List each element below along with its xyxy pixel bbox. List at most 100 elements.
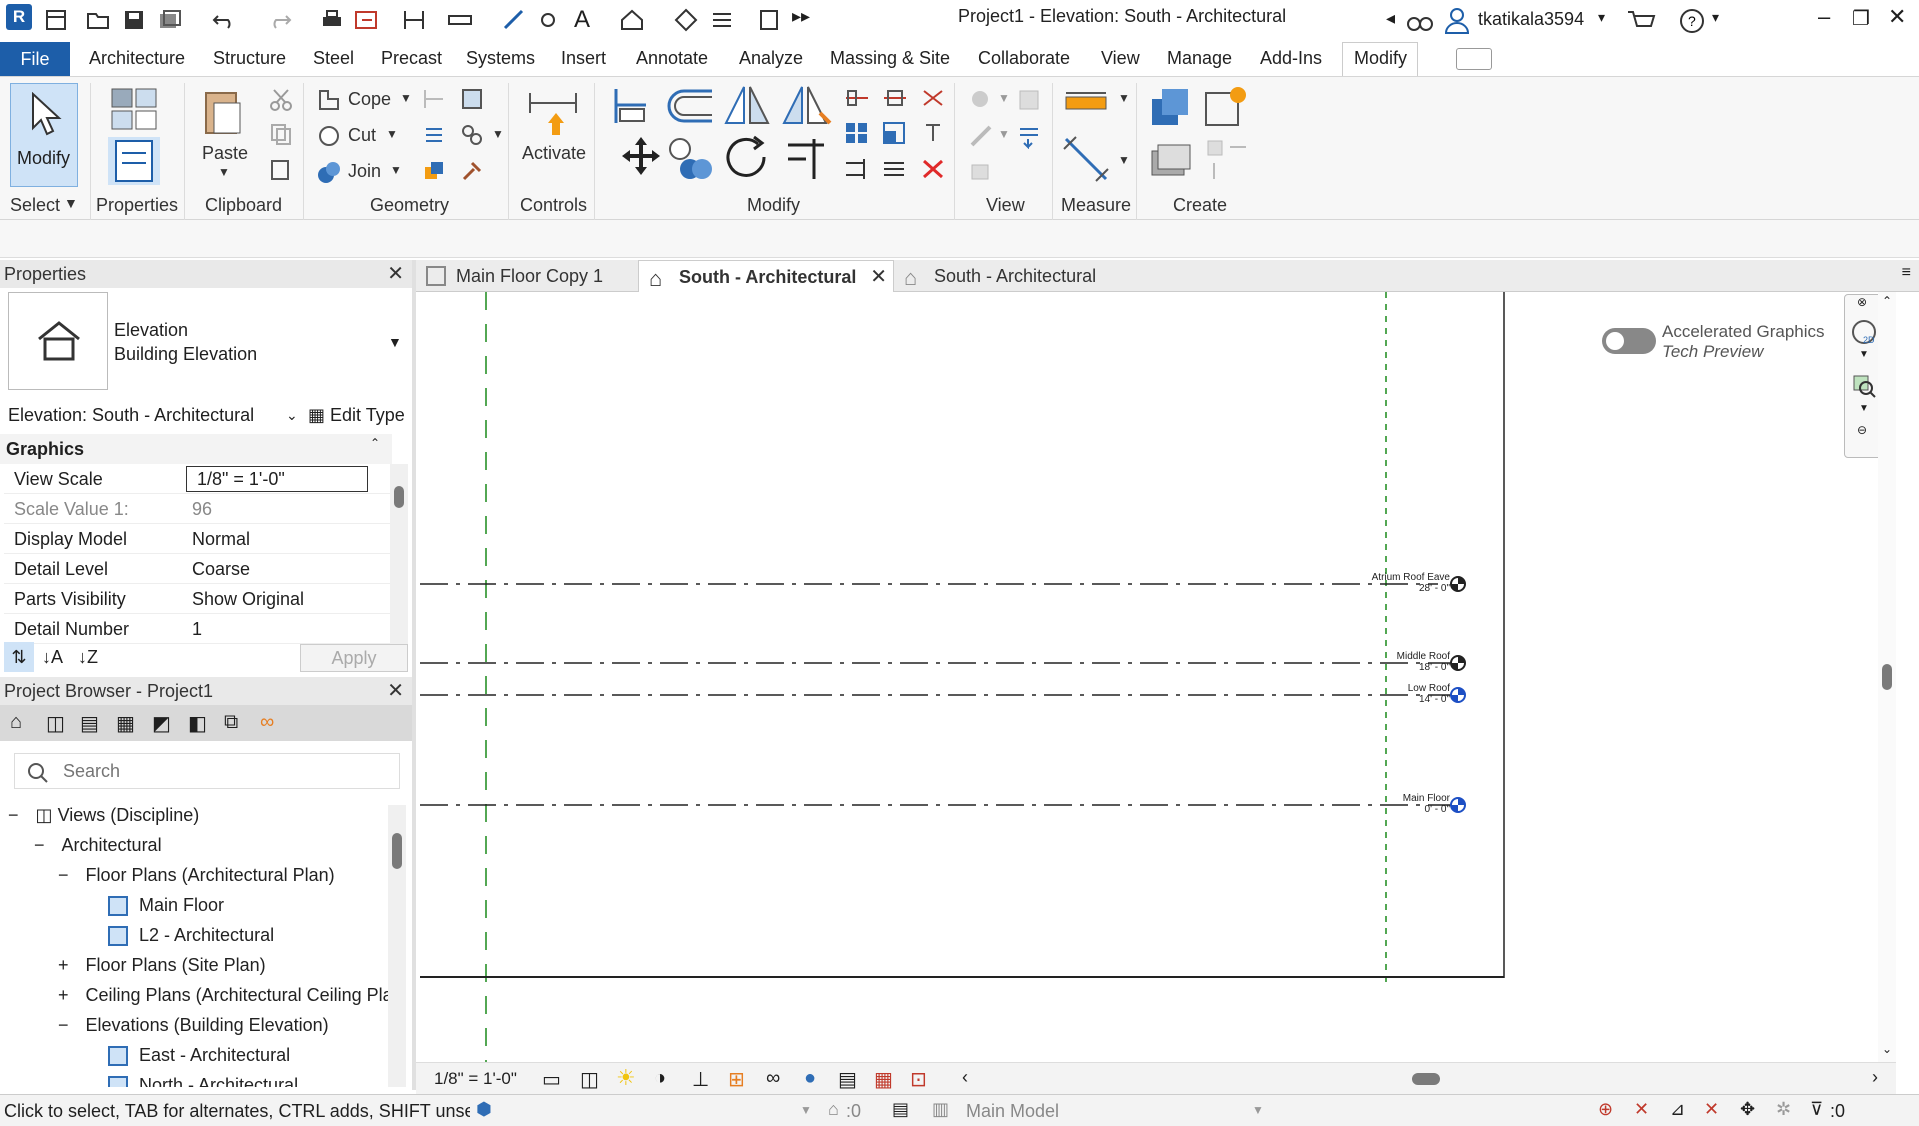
dimension-icon[interactable]: [500, 6, 528, 34]
browser-links-icon[interactable]: ∞: [260, 711, 274, 734]
type-properties-icon[interactable]: [108, 85, 160, 133]
measure-dropdown-icon[interactable]: ▼: [1118, 91, 1130, 105]
browser-search-field[interactable]: [14, 753, 400, 789]
analytical-model-icon[interactable]: ⊡: [910, 1067, 927, 1092]
tab-add-ins[interactable]: Add-Ins: [1260, 48, 1322, 69]
sync-icon[interactable]: [156, 6, 184, 34]
paste-icon[interactable]: [200, 85, 246, 137]
tree-item-floor-plans-site[interactable]: + Floor Plans (Site Plan): [58, 955, 266, 976]
close-window-icon[interactable]: ✕: [1888, 4, 1906, 30]
save-icon[interactable]: [120, 6, 148, 34]
activate-label[interactable]: Activate: [522, 143, 586, 164]
revit-logo-icon[interactable]: R: [6, 4, 32, 30]
show-crop-region-icon[interactable]: ⊞: [728, 1067, 745, 1092]
edit-type-button[interactable]: ▦ Edit Type: [308, 400, 405, 430]
level-label-low[interactable]: Low Roof 14' - 0": [1356, 683, 1450, 705]
offset-icon[interactable]: [664, 85, 716, 127]
wheel-dropdown-icon[interactable]: ▼: [1859, 349, 1869, 360]
aligned-dimension-icon[interactable]: [1062, 135, 1112, 183]
section-icon[interactable]: [672, 6, 700, 34]
thin-lines-icon[interactable]: [708, 6, 736, 34]
drag-elements-icon[interactable]: ✥: [1740, 1099, 1755, 1120]
more-tools-icon[interactable]: ▸▸: [792, 6, 820, 34]
home-icon[interactable]: [42, 6, 70, 34]
scale-icon[interactable]: [882, 121, 908, 145]
tab-architecture[interactable]: Architecture: [89, 48, 185, 69]
split-icon[interactable]: [844, 87, 870, 109]
scroll-down-icon[interactable]: ⌄: [1882, 1042, 1892, 1056]
demolish-dropdown-icon[interactable]: ▼: [492, 127, 504, 141]
navbar-close-icon[interactable]: ⊗: [1857, 295, 1867, 309]
close-tab-icon[interactable]: ✕: [870, 261, 887, 293]
tab-steel[interactable]: Steel: [313, 48, 354, 69]
tab-analyze[interactable]: Analyze: [739, 48, 803, 69]
view-scale-input[interactable]: 1/8" = 1'-0": [186, 466, 368, 492]
sort-ascending-icon[interactable]: ↓A: [42, 642, 63, 672]
cart-icon[interactable]: [1626, 8, 1656, 34]
scroll-up-icon[interactable]: ⌃: [1882, 294, 1892, 308]
level-head-atrium[interactable]: [1450, 576, 1466, 592]
mirror-draw-axis-icon[interactable]: [780, 83, 832, 129]
temp-view-properties-icon[interactable]: ▦: [874, 1067, 893, 1092]
create-group-icon[interactable]: [1148, 137, 1196, 185]
select-pinned-icon[interactable]: ⊿: [1670, 1099, 1685, 1120]
split-face-icon[interactable]: [460, 87, 484, 111]
tree-toggle[interactable]: −: [8, 805, 19, 825]
browser-home-icon[interactable]: ⌂: [10, 711, 22, 734]
rotate-icon[interactable]: [724, 133, 772, 183]
background-processes-icon[interactable]: ✲: [1776, 1099, 1791, 1120]
prop-row-display-model[interactable]: Display Model Normal: [4, 524, 390, 554]
binoculars-icon[interactable]: [1406, 8, 1434, 34]
sort-descending-icon[interactable]: ↓Z: [78, 642, 98, 672]
mirror-pick-axis-icon[interactable]: [722, 83, 772, 129]
split-element-icon[interactable]: [422, 123, 446, 147]
level-label-atrium[interactable]: Atrium Roof Eave 28' - 0": [1356, 572, 1450, 594]
reveal-hidden-icon[interactable]: ▤: [838, 1067, 857, 1092]
cope-icon[interactable]: [316, 87, 342, 113]
3d-view-icon[interactable]: [618, 6, 646, 34]
tree-item-floor-plans-arch[interactable]: − Floor Plans (Architectural Plan): [58, 865, 335, 886]
linework-icon[interactable]: [968, 123, 994, 149]
tab-structure[interactable]: Structure: [213, 48, 286, 69]
override-graphics-icon[interactable]: [968, 87, 994, 113]
tag-icon[interactable]: [536, 6, 564, 34]
tab-main-floor-copy-1[interactable]: Main Floor Copy 1: [416, 260, 638, 292]
tree-toggle[interactable]: −: [34, 835, 45, 855]
tree-toggle[interactable]: +: [58, 955, 69, 975]
tree-item-elevations[interactable]: − Elevations (Building Elevation): [58, 1015, 329, 1036]
sun-path-icon[interactable]: ☀: [616, 1065, 636, 1091]
restore-icon[interactable]: ❐: [1852, 6, 1870, 31]
copy-element-icon[interactable]: [666, 135, 714, 183]
create-parts-icon[interactable]: [1202, 83, 1250, 131]
match-properties-icon[interactable]: [268, 157, 294, 183]
text-icon[interactable]: A: [574, 6, 602, 34]
tab-precast[interactable]: Precast: [381, 48, 442, 69]
cut-geometry-icon[interactable]: [316, 123, 342, 149]
crop-view-icon[interactable]: ⊥: [692, 1067, 709, 1092]
browser-search-input[interactable]: [63, 758, 383, 784]
demolish-icon[interactable]: [460, 123, 484, 147]
browser-views-icon[interactable]: ◫: [46, 711, 65, 736]
tab-collaborate[interactable]: Collaborate: [978, 48, 1070, 69]
split-with-gap-icon[interactable]: [882, 87, 908, 109]
paint-icon[interactable]: [422, 159, 446, 183]
level-label-main[interactable]: Main Floor 0' - 0": [1356, 793, 1450, 815]
chevron-left-icon[interactable]: ◂: [1386, 8, 1395, 29]
browser-groups-icon[interactable]: ⧉: [224, 711, 238, 734]
tab-insert[interactable]: Insert: [561, 48, 606, 69]
tab-massing-site[interactable]: Massing & Site: [830, 48, 950, 69]
instance-dropdown-icon[interactable]: ⌄: [286, 400, 298, 430]
tree-item-l2-architectural[interactable]: L2 - Architectural: [108, 925, 274, 947]
accelerated-graphics-toggle[interactable]: [1602, 328, 1656, 354]
model-dropdown-icon[interactable]: ▼: [1252, 1103, 1264, 1117]
dimension-dropdown-icon[interactable]: ▼: [1118, 153, 1130, 167]
remove-paint-icon[interactable]: [460, 159, 484, 183]
close-properties-icon[interactable]: ✕: [387, 260, 404, 288]
select-by-face-icon[interactable]: ✕: [1704, 1099, 1719, 1120]
level-label-middle[interactable]: Middle Roof 18' - 0": [1356, 651, 1450, 673]
export-icon[interactable]: [352, 6, 380, 34]
hscroll-left-icon[interactable]: ‹: [962, 1067, 968, 1088]
minimize-icon[interactable]: –: [1818, 4, 1830, 30]
contextual-tab-toggle-icon[interactable]: [1456, 48, 1492, 70]
wall-joins-icon[interactable]: [422, 87, 446, 111]
